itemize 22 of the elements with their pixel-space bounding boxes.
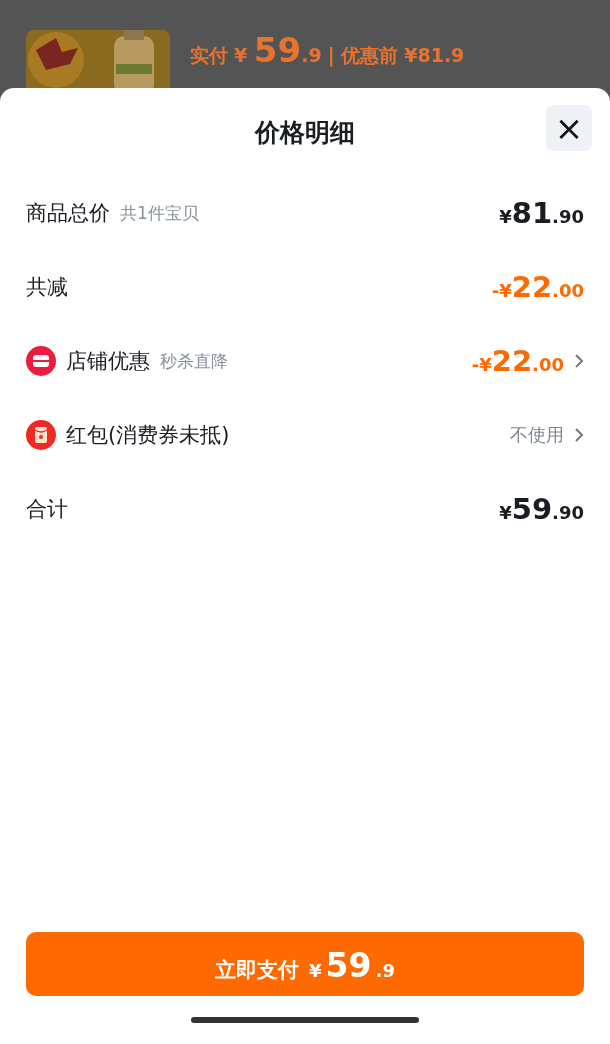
chevron-icon[interactable] — [574, 353, 584, 369]
row-note: 共1件宝贝 — [120, 201, 199, 225]
row-note: 秒杀直降 — [160, 349, 228, 373]
price-text: ¥59.90 — [499, 492, 584, 526]
envelope-icon — [26, 420, 56, 450]
price-text: -¥22.00 — [491, 270, 584, 304]
divider-text: | — [327, 44, 335, 66]
price-text: -¥22.00 — [471, 344, 564, 378]
value-text: 不使用 — [510, 423, 564, 447]
row-label: 红包(消费券未抵) — [66, 422, 230, 449]
paid-price: ¥ 59.9 — [234, 30, 322, 70]
row-label: 店铺优惠 — [66, 348, 150, 375]
close-button[interactable]: × — [546, 105, 592, 151]
store-icon — [26, 346, 56, 376]
sheet-title: 价格明细 — [255, 116, 355, 149]
paid-label: 实付 — [190, 43, 228, 68]
row-label: 商品总价 — [26, 200, 110, 227]
row-label: 合计 — [26, 496, 68, 523]
row-label: 共减 — [26, 274, 68, 301]
chevron-icon[interactable] — [574, 427, 584, 443]
original-price: 优惠前 ¥81.9 — [340, 43, 465, 68]
price-text: ¥81.90 — [499, 196, 584, 230]
